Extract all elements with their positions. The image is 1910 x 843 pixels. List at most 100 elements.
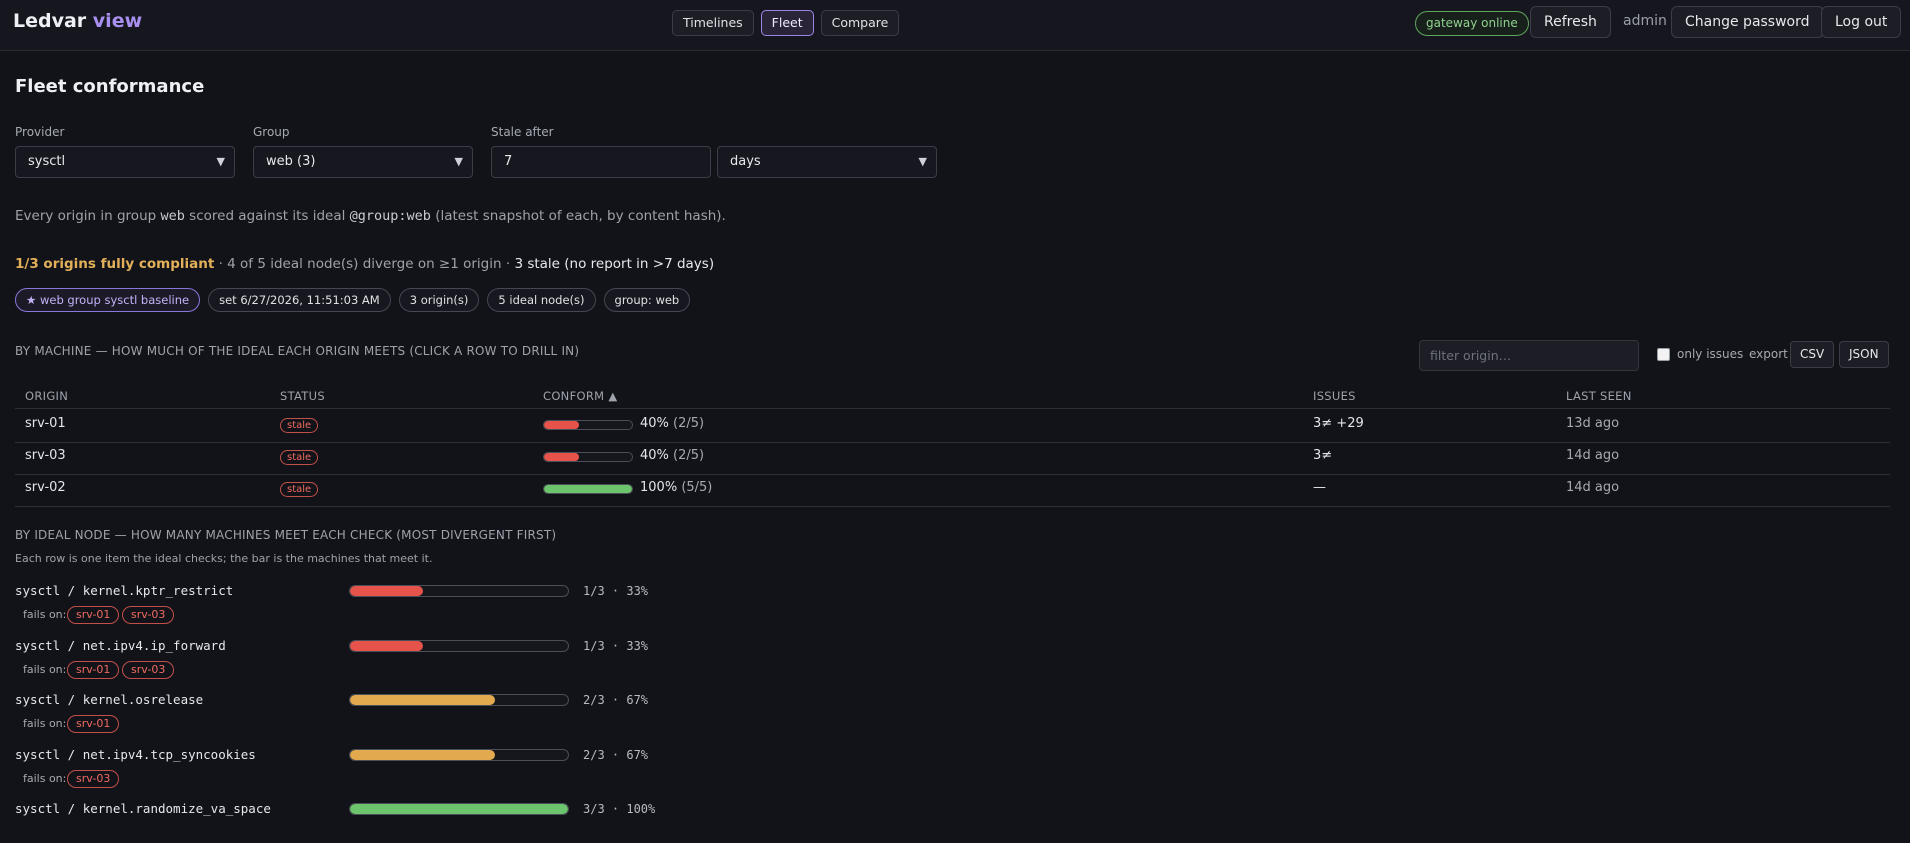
chevron-down-icon: ▼ bbox=[216, 155, 225, 168]
change-password-button[interactable]: Change password bbox=[1671, 6, 1824, 38]
stale-unit-select[interactable]: days ▼ bbox=[717, 146, 937, 178]
meet-count: 3/3 · 100% bbox=[583, 802, 656, 816]
nodes-note: Each row is one item the ideal checks; t… bbox=[15, 552, 433, 565]
meet-count: 2/3 · 67% bbox=[583, 748, 649, 762]
origin-cell: srv-01 bbox=[25, 416, 66, 431]
export-json-button[interactable]: JSON bbox=[1839, 341, 1889, 368]
brand-logo[interactable]: Ledvar view bbox=[13, 10, 142, 32]
ideal-node-name[interactable]: sysctl / net.ipv4.ip_forward bbox=[15, 638, 226, 653]
origin-cell: srv-02 bbox=[25, 480, 66, 495]
failing-origin-chip[interactable]: srv-01 bbox=[67, 606, 120, 624]
meet-count: 2/3 · 67% bbox=[583, 693, 649, 707]
only-issues-label: only issues bbox=[1677, 347, 1744, 361]
conform-percent: 40% bbox=[640, 416, 669, 431]
gateway-status-badge: gateway online bbox=[1415, 11, 1529, 36]
failing-origin-chip[interactable]: srv-03 bbox=[122, 606, 175, 624]
machines-section-title: BY MACHINE — HOW MUCH OF THE IDEAL EACH … bbox=[15, 344, 580, 358]
compliance-summary: 1/3 origins fully compliant bbox=[15, 256, 215, 272]
conform-fraction: (2/5) bbox=[673, 448, 705, 463]
top-bar: Ledvar view Timelines Fleet Compare gate… bbox=[0, 0, 1910, 51]
fails-on-label: fails on: bbox=[23, 772, 67, 785]
description: Every origin in group web scored against… bbox=[15, 208, 726, 224]
stale-after-value: 7 bbox=[504, 154, 513, 169]
fails-on-label: fails on: bbox=[23, 717, 67, 730]
description-text: (latest snapshot of each, by content has… bbox=[430, 208, 726, 224]
column-last-seen[interactable]: LAST SEEN bbox=[1566, 389, 1632, 403]
conform-percent: 100% bbox=[640, 480, 678, 495]
status-badge: stale bbox=[280, 418, 319, 433]
group-chip: group: web bbox=[603, 288, 691, 312]
conform-bar-fill bbox=[544, 421, 580, 429]
nav-timelines[interactable]: Timelines bbox=[672, 10, 754, 36]
meet-bar bbox=[349, 803, 569, 815]
column-status[interactable]: STATUS bbox=[280, 389, 325, 403]
baseline-chip[interactable]: ★ web group sysctl baseline bbox=[15, 288, 201, 312]
column-origin[interactable]: ORIGIN bbox=[25, 389, 68, 403]
meet-count: 1/3 · 33% bbox=[583, 584, 649, 598]
meet-bar-fill bbox=[350, 695, 496, 705]
group-label: Group bbox=[253, 125, 290, 139]
meet-count: 1/3 · 33% bbox=[583, 639, 649, 653]
issues-cell: — bbox=[1313, 480, 1326, 495]
brand-accent: view bbox=[92, 10, 143, 32]
conform-bar bbox=[543, 420, 633, 430]
conform-value: 100% (5/5) bbox=[640, 480, 712, 495]
meet-bar-fill bbox=[350, 641, 423, 651]
stale-unit-value: days bbox=[730, 154, 761, 169]
status-badge: stale bbox=[280, 482, 319, 497]
ideal-node-name[interactable]: sysctl / kernel.randomize_va_space bbox=[15, 801, 271, 816]
last-seen-cell: 14d ago bbox=[1566, 448, 1620, 463]
description-ideal: @group:web bbox=[349, 208, 431, 224]
conform-bar-fill bbox=[544, 453, 580, 461]
stale-after-label: Stale after bbox=[491, 125, 554, 139]
table-divider bbox=[15, 408, 1890, 409]
main-nav: Timelines Fleet Compare bbox=[672, 10, 900, 36]
provider-select[interactable]: sysctl ▼ bbox=[15, 146, 235, 178]
only-issues-checkbox[interactable] bbox=[1657, 348, 1670, 361]
meet-bar bbox=[349, 749, 569, 761]
divergence-summary: · 4 of 5 ideal node(s) diverge on ≥1 ori… bbox=[214, 256, 515, 272]
ideal-node-name[interactable]: sysctl / kernel.kptr_restrict bbox=[15, 583, 233, 598]
group-value: web (3) bbox=[266, 154, 316, 169]
context-chips: ★ web group sysctl baseline set 6/27/202… bbox=[15, 288, 691, 312]
nav-fleet[interactable]: Fleet bbox=[760, 10, 814, 36]
column-issues[interactable]: ISSUES bbox=[1313, 389, 1356, 403]
ideal-node-name[interactable]: sysctl / kernel.osrelease bbox=[15, 692, 203, 707]
stale-after-input[interactable]: 7 bbox=[491, 146, 711, 178]
fails-on-label: fails on: bbox=[23, 608, 67, 621]
user-name: admin bbox=[1623, 13, 1667, 29]
column-conform[interactable]: CONFORM ▲ bbox=[543, 389, 617, 403]
ideal-node-name[interactable]: sysctl / net.ipv4.tcp_syncookies bbox=[15, 747, 256, 762]
conform-bar bbox=[543, 484, 633, 494]
set-time-chip: set 6/27/2026, 11:51:03 AM bbox=[208, 288, 391, 312]
failing-origin-chip[interactable]: srv-03 bbox=[67, 770, 120, 788]
chevron-down-icon: ▼ bbox=[918, 155, 927, 168]
provider-value: sysctl bbox=[28, 154, 66, 169]
group-select[interactable]: web (3) ▼ bbox=[253, 146, 473, 178]
nav-compare[interactable]: Compare bbox=[820, 10, 900, 36]
logout-button[interactable]: Log out bbox=[1821, 6, 1902, 38]
failing-origin-chip[interactable]: srv-03 bbox=[122, 661, 175, 679]
description-text: scored against its ideal bbox=[184, 208, 350, 224]
conform-bar-fill bbox=[544, 485, 632, 493]
export-csv-button[interactable]: CSV bbox=[1790, 341, 1835, 368]
conform-value: 40% (2/5) bbox=[640, 448, 704, 463]
export-label: export bbox=[1749, 347, 1788, 361]
stale-summary: 3 stale (no report in >7 days) bbox=[514, 256, 715, 272]
meet-bar-fill bbox=[350, 804, 568, 814]
failing-origin-chip[interactable]: srv-01 bbox=[67, 661, 120, 679]
meet-bar-fill bbox=[350, 750, 496, 760]
conform-percent: 40% bbox=[640, 448, 669, 463]
failing-origin-chip[interactable]: srv-01 bbox=[67, 715, 120, 733]
conform-value: 40% (2/5) bbox=[640, 416, 704, 431]
origin-count-chip: 3 origin(s) bbox=[398, 288, 480, 312]
meet-bar-fill bbox=[350, 586, 423, 596]
meet-bar bbox=[349, 640, 569, 652]
conform-bar bbox=[543, 452, 633, 462]
issues-cell: 3≠ bbox=[1313, 448, 1333, 463]
refresh-button[interactable]: Refresh bbox=[1530, 6, 1611, 38]
provider-label: Provider bbox=[15, 125, 65, 139]
meet-bar bbox=[349, 694, 569, 706]
filter-origin-input[interactable]: filter origin… bbox=[1419, 340, 1639, 371]
origin-cell: srv-03 bbox=[25, 448, 66, 463]
